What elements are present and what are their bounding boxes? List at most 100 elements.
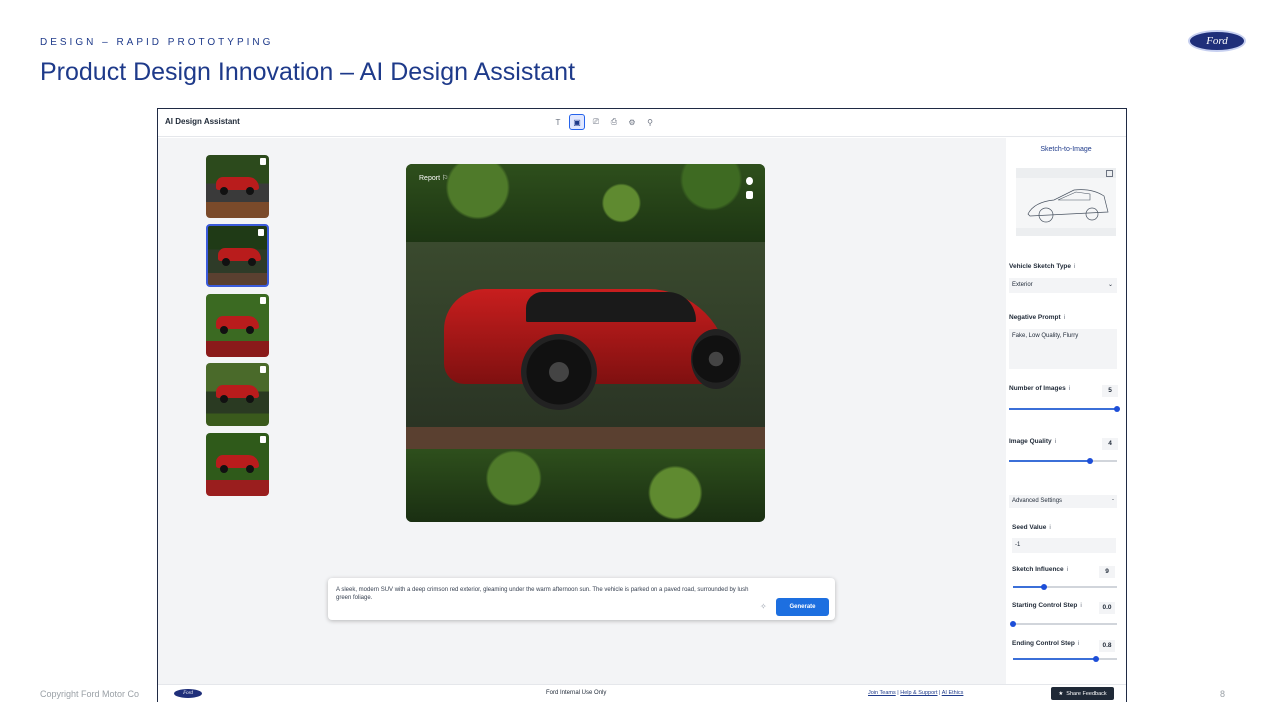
app-header: AI Design Assistant T ▣ ⎚ ⎙ ⚙ ⚲ [158,109,1126,137]
generate-button[interactable]: Generate [776,598,829,616]
num-images-label-text: Number of Images [1009,385,1066,392]
download-icon[interactable] [260,158,266,165]
video-tool-icon[interactable]: ⎚ [589,115,603,129]
prompt-input[interactable]: A sleek, modern SUV with a deep crimson … [336,586,756,602]
slider-knob[interactable] [1041,584,1048,590]
image-quality-label: Image Quality i [1009,438,1056,445]
slide-title: Product Design Innovation – AI Design As… [40,58,576,86]
download-icon[interactable] [260,297,266,304]
info-icon[interactable]: i [1049,524,1050,531]
slider-knob[interactable] [1087,458,1093,464]
sketch-tool-icon[interactable]: ⎙ [607,115,621,129]
thumbnail-wheel [246,187,254,195]
internal-use-text: Ford Internal Use Only [546,690,607,696]
image-quality-value[interactable]: 4 [1102,438,1118,450]
info-icon[interactable]: i [1069,385,1070,392]
thumbnail-wheel [246,395,254,403]
image-tool-icon[interactable]: ▣ [569,114,585,130]
mode-toolbar: T ▣ ⎚ ⎙ ⚙ ⚲ [551,114,657,130]
sketch-influence-label: Sketch Influence i [1012,566,1068,573]
thumbnail-5[interactable] [206,433,269,496]
advanced-settings-label: Advanced Settings [1012,498,1063,504]
sketch-influence-value[interactable]: 9 [1099,566,1115,578]
ford-logo: Ford [1188,30,1246,52]
info-icon[interactable]: i [1078,640,1079,647]
slider-knob[interactable] [1010,621,1016,627]
footer-links: Join Teams | Help & Support | AI Ethics [868,690,963,696]
download-icon[interactable] [746,191,753,199]
num-images-value[interactable]: 5 [1102,385,1118,397]
gear-icon[interactable] [746,177,753,185]
star-icon: ★ [1058,690,1064,697]
seed-label-text: Seed Value [1012,524,1047,531]
info-icon[interactable]: i [1064,314,1065,321]
slide-kicker: DESIGN – RAPID PROTOTYPING [40,37,274,48]
sketch-preview-bar [1016,168,1116,178]
upload-icon[interactable] [1106,170,1113,177]
thumbnail-3[interactable] [206,294,269,357]
slider-knob[interactable] [1093,656,1100,662]
end-step-value[interactable]: 0.8 [1099,640,1115,652]
seed-field[interactable]: -1 [1012,538,1116,553]
thumbnail-1[interactable] [206,155,269,218]
sketch-influence-label-text: Sketch Influence [1012,566,1064,573]
image-quality-slider[interactable] [1009,458,1117,464]
canvas-area: Report ⚐ A sleek, modern SUV with a deep… [158,138,1006,684]
thumbnail-wheel [220,395,228,403]
image-hedge-top [406,164,765,242]
slider-fill [1009,460,1090,462]
image-car-wheel [691,329,741,389]
info-icon[interactable]: i [1080,602,1081,609]
image-road [406,427,765,449]
settings-panel: Sketch-to-Image Vehicle Sketch Type i Ext… [1006,138,1126,684]
thumbnail-2[interactable] [206,224,269,287]
help-support-link[interactable]: Help & Support [900,690,937,696]
car-tool-icon[interactable]: ⚲ [643,115,657,129]
collapse-icon: - [1112,497,1114,503]
start-step-value[interactable]: 0.0 [1099,602,1115,614]
sketch-type-select[interactable]: Exterior ⌄ [1009,278,1117,293]
share-feedback-button[interactable]: ★ Share Feedback [1051,687,1114,700]
thumbnail-wheel [222,258,230,266]
settings-tool-icon[interactable]: ⚙ [625,115,639,129]
share-feedback-label: Share Feedback [1066,690,1107,697]
start-step-slider[interactable] [1010,621,1117,627]
start-step-label: Starting Control Step i [1012,602,1082,609]
text-tool-icon[interactable]: T [551,115,565,129]
download-icon[interactable] [258,229,264,236]
info-icon[interactable]: i [1067,566,1068,573]
thumbnail-4[interactable] [206,363,269,426]
report-button[interactable]: Report ⚐ [419,174,448,182]
app-window: AI Design Assistant T ▣ ⎚ ⎙ ⚙ ⚲ Report ⚐… [157,108,1127,702]
negative-prompt-field[interactable]: Fake, Low Quality, Flurry [1009,329,1117,369]
info-icon[interactable]: i [1074,263,1075,270]
report-label: Report [419,175,441,182]
num-images-label: Number of Images i [1009,385,1070,392]
slider-fill [1013,586,1045,588]
thumbnail-wheel [246,326,254,334]
page-number: 8 [1220,689,1226,699]
download-icon[interactable] [260,366,266,373]
thumbnail-wheel [220,187,228,195]
sketch-preview[interactable] [1016,168,1116,236]
prompt-box: A sleek, modern SUV with a deep crimson … [328,578,835,620]
info-icon[interactable]: i [1055,438,1056,445]
generated-image[interactable]: Report ⚐ [406,164,765,522]
sparkle-icon[interactable]: ✧ [760,602,767,611]
sketch-influence-slider[interactable] [1013,584,1117,590]
car-sketch-icon [1027,189,1109,223]
join-teams-link[interactable]: Join Teams [868,690,896,696]
image-hedge-bottom [406,449,765,522]
footer-ford-logo: Ford [174,689,202,698]
slider-knob[interactable] [1114,406,1120,412]
advanced-settings-toggle[interactable]: Advanced Settings - [1009,495,1117,508]
download-icon[interactable] [260,436,266,443]
num-images-slider[interactable] [1009,406,1120,412]
image-car-window [526,292,696,322]
ai-ethics-link[interactable]: AI Ethics [942,690,964,696]
start-step-label-text: Starting Control Step [1012,602,1078,609]
end-step-slider[interactable] [1013,656,1117,662]
end-step-label-text: Ending Control Step [1012,640,1075,647]
copyright-text: Copyright Ford Motor Co [40,689,140,699]
sketch-type-value: Exterior [1012,282,1033,288]
